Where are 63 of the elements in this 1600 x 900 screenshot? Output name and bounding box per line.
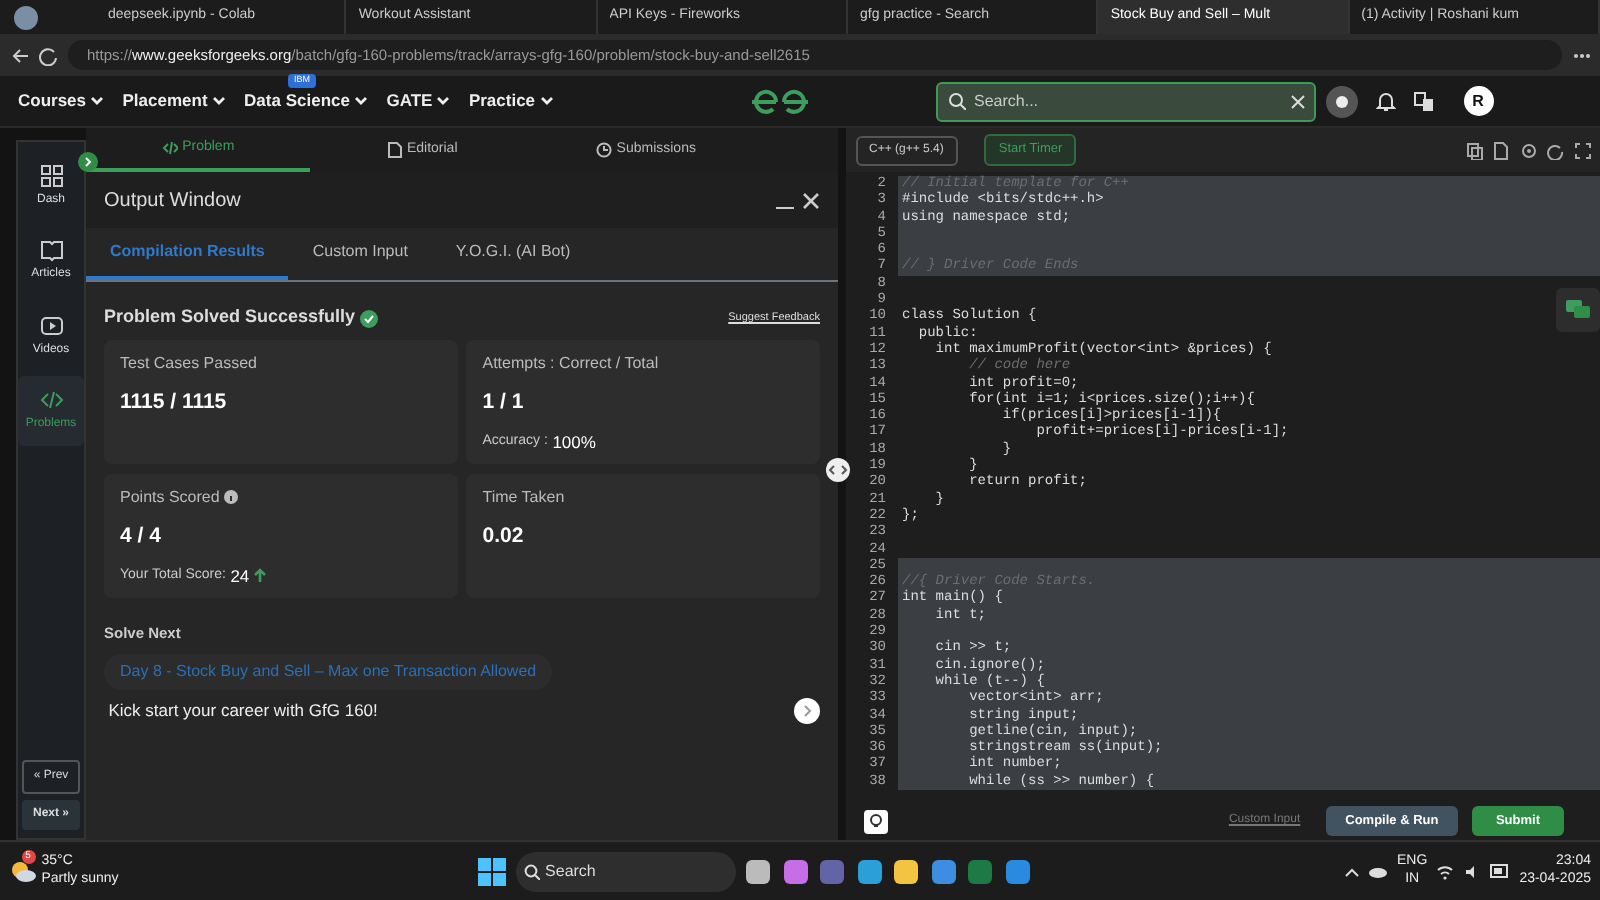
stat-label: Attempts : Correct / Total — [482, 352, 659, 377]
stat-label: Test Cases Passed — [120, 352, 257, 377]
nav-menu[interactable]: Data Science — [244, 88, 350, 114]
taskbar-search[interactable]: Search — [515, 851, 736, 891]
file-icon[interactable] — [1492, 141, 1510, 159]
status-heading: Problem Solved Successfully — [104, 304, 356, 331]
info-icon — [224, 490, 239, 505]
wifi-icon[interactable] — [1436, 863, 1455, 879]
nav-menu[interactable]: Courses — [18, 88, 87, 114]
chat-icon[interactable] — [1556, 288, 1600, 332]
document-icon — [386, 142, 403, 158]
stat-value: 0.02 — [482, 521, 526, 552]
logo-icon[interactable] — [748, 87, 812, 115]
windows-start-icon[interactable] — [478, 857, 507, 885]
cloud-icon[interactable] — [1368, 864, 1389, 878]
search-field[interactable]: Search... — [936, 81, 1316, 121]
lightbulb-icon[interactable] — [864, 809, 888, 833]
output-tab[interactable]: Y.O.G.I. (AI Bot) — [431, 228, 595, 280]
chevron-right-icon[interactable] — [794, 698, 820, 724]
expand-icon[interactable] — [78, 152, 98, 172]
code-icon — [39, 388, 63, 412]
profile-icon[interactable] — [12, 3, 40, 31]
reset-icon[interactable] — [1546, 141, 1564, 159]
stat-value: 1 / 1 — [482, 388, 526, 419]
promo-text: Kick start your career with GfG 160! — [108, 698, 378, 724]
chevron-down-icon[interactable] — [90, 96, 105, 106]
reload-icon[interactable] — [38, 45, 58, 65]
chevron-down-icon[interactable] — [436, 96, 451, 106]
nav-menu[interactable]: GATE — [386, 88, 433, 114]
theme-toggle-icon[interactable] — [1325, 85, 1357, 117]
nav-menu[interactable]: Placement — [122, 88, 208, 114]
clock-icon — [596, 142, 613, 158]
nav-menu[interactable]: Practice — [468, 88, 536, 114]
splitter-handle-icon[interactable] — [826, 458, 850, 482]
copy-icon[interactable] — [1465, 141, 1483, 159]
fullscreen-icon[interactable] — [1573, 141, 1591, 159]
window-title: Output Window — [104, 187, 241, 215]
back-icon[interactable] — [9, 45, 29, 65]
search-icon — [947, 92, 965, 110]
book-icon — [39, 238, 63, 262]
check-circle-icon — [359, 309, 378, 327]
chevron-down-icon[interactable] — [212, 96, 227, 106]
close-icon[interactable] — [1289, 93, 1305, 109]
search-icon — [524, 863, 541, 879]
battery-icon[interactable] — [1490, 864, 1511, 878]
stat-value: 1115 / 1115 — [120, 388, 229, 419]
output-tab[interactable]: Custom Input — [288, 228, 432, 280]
chevron-up-icon[interactable] — [1343, 865, 1360, 877]
stat-note-value: 24 — [230, 563, 250, 589]
close-icon[interactable] — [802, 191, 820, 209]
stat-value: 4 / 4 — [120, 521, 163, 552]
chevron-down-icon[interactable] — [354, 96, 369, 106]
grid-icon — [39, 163, 63, 187]
stat-note-value: 100% — [552, 430, 596, 456]
chevron-down-icon[interactable] — [539, 96, 554, 106]
play-icon — [39, 313, 63, 337]
stat-label: Points Scored — [120, 485, 220, 510]
weather-icon[interactable] — [9, 859, 37, 883]
avatar[interactable]: R — [1463, 86, 1493, 116]
code-icon — [161, 140, 178, 156]
up-arrow-icon — [253, 568, 266, 583]
stat-label: Time Taken — [482, 485, 565, 510]
bell-icon[interactable] — [1375, 90, 1395, 112]
